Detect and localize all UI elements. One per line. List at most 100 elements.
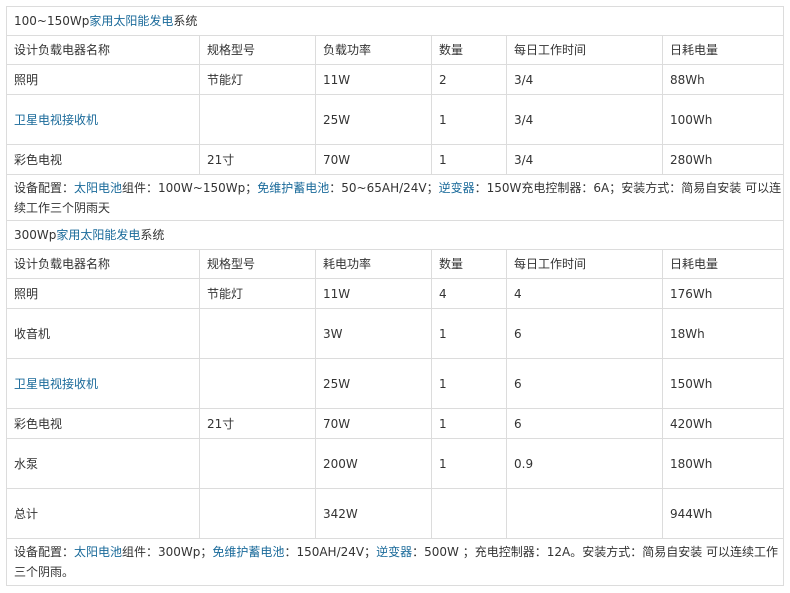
model-cell: 21寸 <box>199 408 316 439</box>
daily-hours-cell: 6 <box>506 358 663 409</box>
daily-hours-cell <box>506 488 663 539</box>
column-header-model: 规格型号 <box>199 249 316 279</box>
section2-config-row: 设备配置：太阳电池组件：300Wp；免维护蓄电池：150AH/24V；逆变器：5… <box>5 538 785 586</box>
column-header-power: 耗电功率 <box>315 249 432 279</box>
power-cell: 25W <box>315 94 432 145</box>
config-link[interactable]: 逆变器 <box>376 545 412 559</box>
column-header-quantity: 数量 <box>431 249 507 279</box>
section1-header-row: 设计负载电器名称 规格型号 负载功率 数量 每日工作时间 日耗电量 <box>6 35 785 65</box>
quantity-cell: 1 <box>431 94 507 145</box>
quantity-cell <box>431 488 507 539</box>
daily-hours-cell: 3/4 <box>506 144 663 175</box>
power-cell: 342W <box>315 488 432 539</box>
daily-hours-cell: 6 <box>506 408 663 439</box>
daily-energy-cell: 88Wh <box>661 64 785 95</box>
config-text: 设备配置： <box>14 180 75 195</box>
model-cell: 21寸 <box>199 144 316 175</box>
column-header-daily-hours: 每日工作时间 <box>506 35 663 65</box>
column-header-power: 负载功率 <box>315 35 432 65</box>
column-header-appliance-name: 设计负载电器名称 <box>6 35 200 65</box>
section2-config-text: 设备配置：太阳电池组件：300Wp；免维护蓄电池：150AH/24V；逆变器：5… <box>5 538 785 586</box>
table-row: 收音机 3W 1 6 18Wh <box>6 308 785 359</box>
daily-hours-cell: 6 <box>506 308 663 359</box>
daily-hours-cell: 3/4 <box>506 64 663 95</box>
column-header-daily-hours: 每日工作时间 <box>506 249 663 279</box>
power-cell: 25W <box>315 358 432 409</box>
column-header-appliance-name: 设计负载电器名称 <box>6 249 200 279</box>
appliance-name-cell: 总计 <box>6 488 200 539</box>
appliance-link[interactable]: 卫星电视接收机 <box>14 377 98 391</box>
section2-title-row: 300Wp家用太阳能发电系统 <box>5 220 785 250</box>
config-text: ：50~65AH/24V； <box>329 180 439 195</box>
appliance-name-cell: 水泵 <box>6 438 200 489</box>
solar-config-table: 100~150Wp家用太阳能发电系统 设计负载电器名称 规格型号 负载功率 数量 每日工作… <box>5 6 785 586</box>
quantity-cell: 1 <box>431 438 507 489</box>
daily-energy-cell: 100Wh <box>661 94 785 145</box>
config-link[interactable]: 逆变器 <box>439 181 475 195</box>
quantity-cell: 1 <box>431 308 507 359</box>
appliance-name-cell: 彩色电视 <box>6 408 200 439</box>
config-text: 组件：300Wp； <box>122 545 213 559</box>
section1-title: 100~150Wp家用太阳能发电系统 <box>5 6 785 36</box>
section2-title: 300Wp家用太阳能发电系统 <box>5 220 785 250</box>
quantity-cell: 1 <box>431 408 507 439</box>
model-cell: 节能灯 <box>199 278 316 309</box>
daily-energy-cell: 280Wh <box>661 144 785 175</box>
appliance-name-cell: 照明 <box>6 64 200 95</box>
config-link[interactable]: 免维护蓄电池 <box>212 545 284 559</box>
appliance-name-cell: 卫星电视接收机 <box>6 94 200 145</box>
table-row: 水泵 200W 1 0.9 180Wh <box>6 438 785 489</box>
table-row: 彩色电视 21寸 70W 1 6 420Wh <box>6 408 785 439</box>
daily-energy-cell: 420Wh <box>661 408 785 439</box>
power-cell: 11W <box>315 64 432 95</box>
config-text: 设备配置： <box>14 545 75 559</box>
model-cell <box>199 358 316 409</box>
appliance-name-cell: 彩色电视 <box>6 144 200 175</box>
title-link[interactable]: 家用太阳能发电 <box>56 228 140 242</box>
table-row: 彩色电视 21寸 70W 1 3/4 280Wh <box>6 144 785 175</box>
config-link[interactable]: 免维护蓄电池 <box>257 181 329 195</box>
column-header-model: 规格型号 <box>199 35 316 65</box>
title-link[interactable]: 家用太阳能发电 <box>89 14 173 28</box>
appliance-name-cell: 照明 <box>6 278 200 309</box>
power-cell: 200W <box>315 438 432 489</box>
appliance-name-cell: 卫星电视接收机 <box>6 358 200 409</box>
section2-header-row: 设计负载电器名称 规格型号 耗电功率 数量 每日工作时间 日耗电量 <box>6 249 785 279</box>
model-cell <box>199 488 316 539</box>
config-text: ：150AH/24V； <box>284 545 377 559</box>
daily-hours-cell: 0.9 <box>506 438 663 489</box>
config-text: 组件：100W~150Wp； <box>122 180 258 195</box>
table-row: 卫星电视接收机 25W 1 6 150Wh <box>6 358 785 409</box>
section1-config-text: 设备配置：太阳电池组件：100W~150Wp；免维护蓄电池：50~65AH/24… <box>5 174 785 221</box>
title-prefix: 100~150Wp <box>14 14 90 28</box>
appliance-name-cell: 收音机 <box>6 308 200 359</box>
daily-hours-cell: 3/4 <box>506 94 663 145</box>
section1-config-row: 设备配置：太阳电池组件：100W~150Wp；免维护蓄电池：50~65AH/24… <box>5 174 785 221</box>
column-header-quantity: 数量 <box>431 35 507 65</box>
title-suffix: 系统 <box>140 228 165 242</box>
appliance-link[interactable]: 卫星电视接收机 <box>14 113 98 127</box>
daily-energy-cell: 180Wh <box>661 438 785 489</box>
section1-title-row: 100~150Wp家用太阳能发电系统 <box>5 6 785 36</box>
table-row: 总计 342W 944Wh <box>6 488 785 539</box>
column-header-daily-energy: 日耗电量 <box>661 249 785 279</box>
table-row: 照明 节能灯 11W 2 3/4 88Wh <box>6 64 785 95</box>
daily-energy-cell: 944Wh <box>661 488 785 539</box>
power-cell: 3W <box>315 308 432 359</box>
power-cell: 11W <box>315 278 432 309</box>
quantity-cell: 4 <box>431 278 507 309</box>
quantity-cell: 1 <box>431 144 507 175</box>
table-row: 卫星电视接收机 25W 1 3/4 100Wh <box>6 94 785 145</box>
document: 100~150Wp家用太阳能发电系统 设计负载电器名称 规格型号 负载功率 数量 每日工作… <box>5 6 785 586</box>
quantity-cell: 2 <box>431 64 507 95</box>
title-prefix: 300Wp <box>14 228 57 242</box>
config-link[interactable]: 太阳电池 <box>74 181 122 195</box>
daily-energy-cell: 176Wh <box>661 278 785 309</box>
power-cell: 70W <box>315 144 432 175</box>
model-cell: 节能灯 <box>199 64 316 95</box>
power-cell: 70W <box>315 408 432 439</box>
title-suffix: 系统 <box>173 14 198 28</box>
daily-energy-cell: 18Wh <box>661 308 785 359</box>
model-cell <box>199 308 316 359</box>
config-link[interactable]: 太阳电池 <box>74 545 122 559</box>
